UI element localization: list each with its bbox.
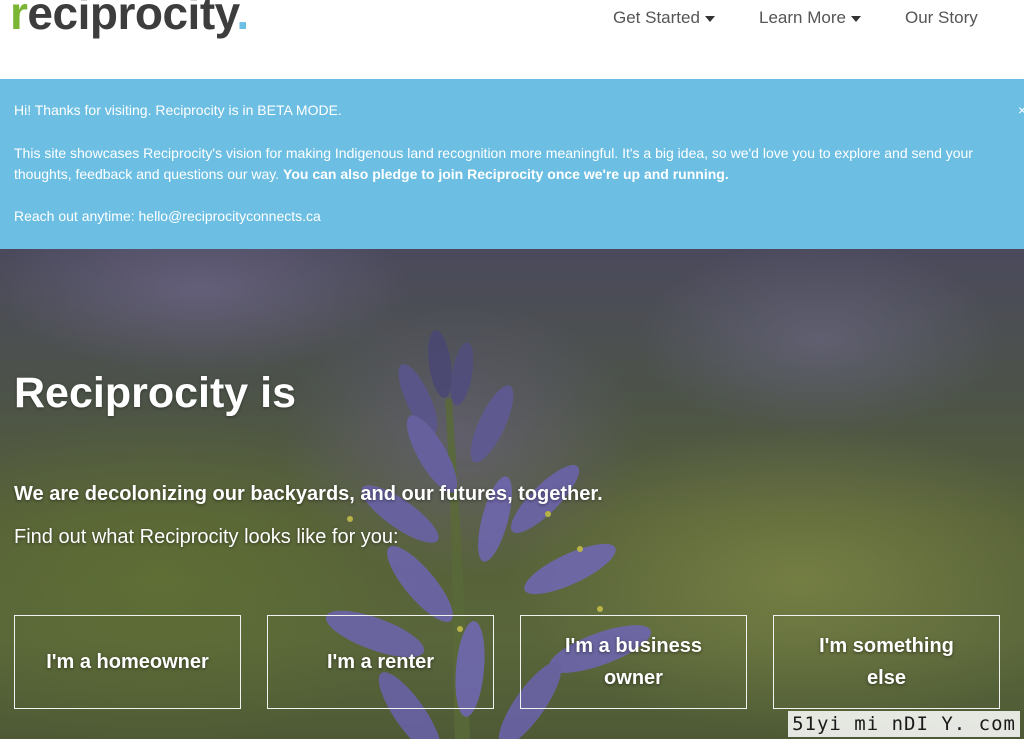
nav-our-story[interactable]: Our Story	[905, 8, 978, 28]
site-logo[interactable]: reciprocity.	[10, 0, 249, 36]
business-owner-button[interactable]: I'm a business owner	[520, 615, 747, 709]
beta-banner: Hi! Thanks for visiting. Reciprocity is …	[0, 79, 1024, 249]
site-header: reciprocity. Get Started Learn More Our …	[0, 0, 1024, 79]
homeowner-button[interactable]: I'm a homeowner	[14, 615, 241, 709]
nav-learn-more[interactable]: Learn More	[759, 8, 861, 28]
caret-down-icon	[850, 15, 861, 22]
banner-contact: Reach out anytime: hello@reciprocityconn…	[14, 208, 321, 224]
banner-description: This site showcases Reciprocity's vision…	[14, 143, 984, 185]
hero-section: Reciprocity is We are decolonizing our b…	[0, 249, 1024, 739]
renter-button[interactable]: I'm a renter	[267, 615, 494, 709]
hero-title: Reciprocity is	[14, 369, 296, 417]
banner-pledge-text: You can also pledge to join Reciprocity …	[283, 166, 729, 182]
nav-get-started-label: Get Started	[613, 8, 700, 27]
nav-learn-more-label: Learn More	[759, 8, 846, 27]
watermark: 51yi mi nDI Y. com	[788, 711, 1020, 737]
hero-tagline: We are decolonizing our backyards, and o…	[14, 483, 603, 505]
hero-subtitle: Find out what Reciprocity looks like for…	[14, 526, 399, 548]
logo-wordmark: eciprocity	[27, 0, 237, 39]
logo-first-letter: r	[10, 0, 28, 39]
caret-down-icon	[704, 15, 715, 22]
logo-dot: .	[236, 0, 249, 39]
something-else-button[interactable]: I'm something else	[773, 615, 1000, 709]
banner-greeting: Hi! Thanks for visiting. Reciprocity is …	[14, 102, 342, 118]
nav-get-started[interactable]: Get Started	[613, 8, 715, 28]
close-icon[interactable]: ×	[1018, 103, 1024, 117]
nav-our-story-label: Our Story	[905, 8, 978, 27]
